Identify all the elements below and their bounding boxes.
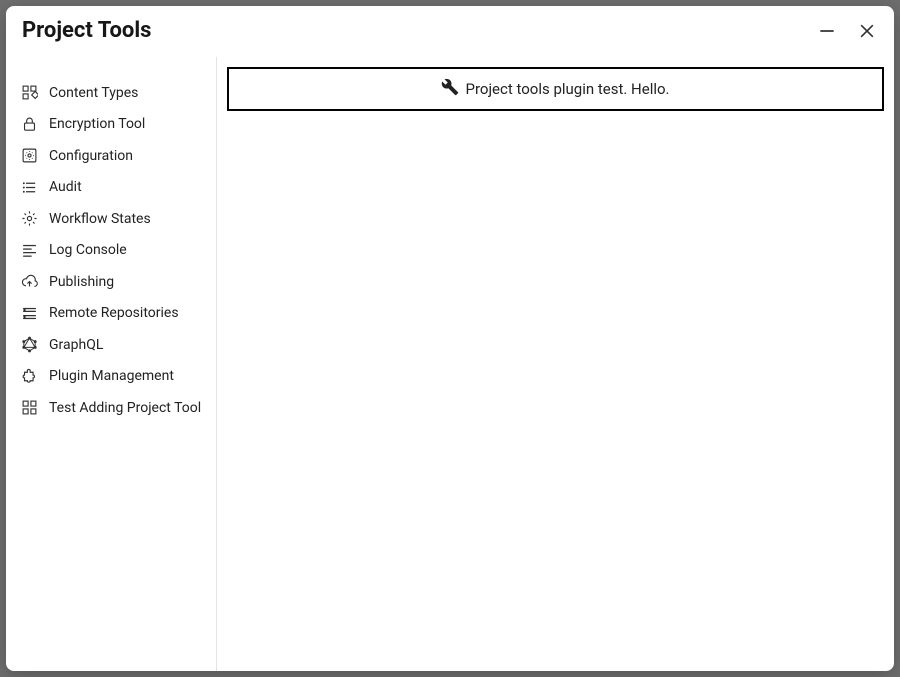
minimize-icon: [817, 21, 837, 41]
sidebar-item-label: Content Types: [49, 85, 138, 101]
sidebar-item-publishing[interactable]: Publishing: [20, 266, 216, 298]
sidebar-item-plugin-management[interactable]: Plugin Management: [20, 361, 216, 393]
dialog-titlebar: Project Tools: [6, 6, 894, 57]
banner-text: Project tools plugin test. Hello.: [465, 80, 669, 98]
sidebar-item-encryption-tool[interactable]: Encryption Tool: [20, 109, 216, 141]
close-button[interactable]: [856, 20, 878, 42]
graphql-icon: [20, 336, 38, 354]
main-content: Project tools plugin test. Hello.: [217, 57, 894, 671]
sidebar: Content Types Encryption Tool: [6, 57, 217, 671]
sidebar-item-content-types[interactable]: Content Types: [20, 77, 216, 109]
list-icon: [20, 178, 38, 196]
sidebar-item-configuration[interactable]: Configuration: [20, 140, 216, 172]
plugin-test-banner: Project tools plugin test. Hello.: [227, 67, 884, 111]
build-icon: [441, 78, 461, 100]
sidebar-item-label: Audit: [49, 179, 82, 195]
sidebar-item-remote-repositories[interactable]: Remote Repositories: [20, 298, 216, 330]
dialog-title: Project Tools: [22, 18, 151, 43]
sidebar-item-label: GraphQL: [49, 337, 103, 353]
close-icon: [857, 21, 877, 41]
sidebar-item-workflow-states[interactable]: Workflow States: [20, 203, 216, 235]
widgets-icon: [20, 399, 38, 417]
sidebar-item-label: Remote Repositories: [49, 305, 179, 321]
lock-icon: [20, 115, 38, 133]
gear-icon: [20, 210, 38, 228]
settings-applications-icon: [20, 147, 38, 165]
sidebar-item-graphql[interactable]: GraphQL: [20, 329, 216, 361]
extension-icon: [20, 367, 38, 385]
sidebar-item-test-adding-project-tool[interactable]: Test Adding Project Tool: [20, 392, 216, 424]
sidebar-item-label: Workflow States: [49, 211, 151, 227]
sidebar-item-label: Plugin Management: [49, 368, 174, 384]
storage-icon: [20, 304, 38, 322]
minimize-button[interactable]: [816, 20, 838, 42]
sidebar-item-label: Configuration: [49, 148, 133, 164]
sidebar-item-label: Encryption Tool: [49, 116, 145, 132]
sidebar-item-label: Log Console: [49, 242, 127, 258]
sidebar-nav: Content Types Encryption Tool: [20, 77, 216, 424]
dialog-body: Content Types Encryption Tool: [6, 57, 894, 671]
sidebar-item-label: Test Adding Project Tool: [49, 400, 201, 416]
cloud-upload-icon: [20, 273, 38, 291]
sidebar-item-label: Publishing: [49, 274, 114, 290]
sidebar-item-log-console[interactable]: Log Console: [20, 235, 216, 267]
modal-backdrop: Project Tools: [0, 0, 900, 677]
widgets-icon: [20, 84, 38, 102]
window-controls: [816, 20, 878, 42]
align-left-icon: [20, 241, 38, 259]
project-tools-dialog: Project Tools: [6, 6, 894, 671]
sidebar-item-audit[interactable]: Audit: [20, 172, 216, 204]
